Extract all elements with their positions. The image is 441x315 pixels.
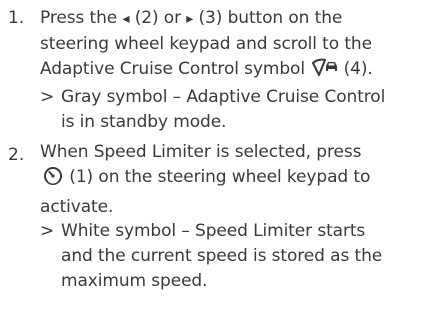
step-number: 1. (8, 8, 25, 28)
text-segment: (1) on the steering wheel keypad to (64, 167, 371, 187)
result-line: Gray symbol – Adaptive Cruise Control (61, 87, 386, 107)
text-segment: (4). (338, 59, 373, 79)
speed-limiter-icon (42, 165, 64, 195)
adaptive-cruise-control-icon (310, 57, 338, 87)
instruction-document: 1. Press the ◂ (2) or ▸ (3) button on th… (0, 0, 441, 315)
result-marker: > (40, 221, 55, 241)
result-line: is in standby mode. (61, 112, 227, 132)
step-number: 2. (8, 145, 25, 165)
step-line: When Speed Limiter is selected, press (40, 142, 362, 162)
text-segment: Press the (40, 8, 123, 28)
step-text: Press the ◂ (2) or ▸ (3) button on the s… (40, 6, 440, 87)
step-line: activate. (40, 197, 114, 217)
text-segment: (2) or (129, 8, 187, 28)
step-line: Adaptive Cruise Control symbol (4). (40, 57, 440, 87)
result-line: White symbol – Speed Limiter starts (61, 221, 366, 241)
step-line: Press the ◂ (2) or ▸ (3) button on the (40, 6, 440, 32)
step-text: When Speed Limiter is selected, press (1… (40, 140, 440, 220)
step-line: steering wheel keypad and scroll to the (40, 34, 372, 54)
result-line: and the current speed is stored as the (61, 246, 383, 266)
result-text: Gray symbol – Adaptive Cruise Control is… (61, 85, 441, 135)
text-segment: Adaptive Cruise Control symbol (40, 59, 311, 79)
result-marker: > (40, 87, 55, 107)
step-line: (1) on the steering wheel keypad to (40, 165, 440, 195)
result-text: White symbol – Speed Limiter starts and … (61, 219, 441, 294)
result-line: maximum speed. (61, 271, 208, 291)
text-segment: (3) button on the (193, 8, 343, 28)
